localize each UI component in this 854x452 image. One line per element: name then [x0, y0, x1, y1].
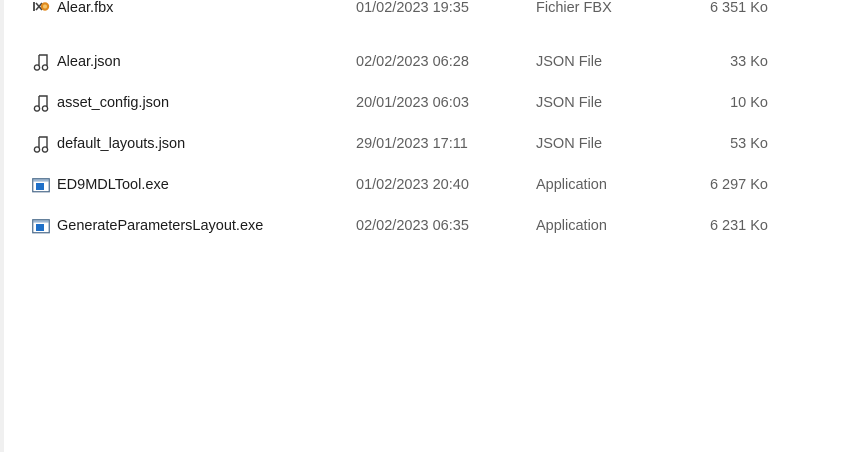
json-file-icon — [33, 136, 49, 153]
file-name: ED9MDLTool.exe — [57, 177, 169, 193]
file-size: 6 351 Ko — [709, 0, 768, 16]
file-type: JSON File — [536, 54, 603, 70]
file-size: 33 Ko — [730, 54, 768, 70]
file-type: Application — [536, 177, 607, 193]
file-type: Fichier FBX — [536, 0, 612, 16]
file-row[interactable]: Alear.fbx 01/02/2023 19:35 Fichier FBX 6… — [4, 0, 804, 41]
file-name: Alear.json — [57, 54, 121, 70]
file-row[interactable]: ED9MDLTool.exe 01/02/2023 20:40 Applicat… — [4, 164, 804, 205]
file-date-modified: 29/01/2023 17:11 — [356, 136, 468, 152]
application-icon — [32, 219, 50, 234]
file-size: 10 Ko — [730, 95, 768, 111]
file-type: JSON File — [536, 95, 603, 111]
file-name: Alear.fbx — [57, 0, 114, 16]
file-type: Application — [536, 218, 607, 234]
file-row[interactable]: GenerateParametersLayout.exe 02/02/2023 … — [4, 205, 804, 246]
file-size: 53 Ko — [730, 136, 768, 152]
application-icon — [32, 178, 50, 193]
file-row[interactable]: default_layouts.json 29/01/2023 17:11 JS… — [4, 123, 804, 164]
file-date-modified: 02/02/2023 06:35 — [356, 218, 469, 234]
file-size: 6 231 Ko — [709, 218, 768, 234]
json-file-icon — [33, 95, 49, 112]
file-row[interactable]: asset_config.json 20/01/2023 06:03 JSON … — [4, 82, 804, 123]
json-file-icon — [33, 54, 49, 71]
file-list: Alear.fbx 01/02/2023 19:35 Fichier FBX 6… — [4, 0, 854, 452]
file-type: JSON File — [536, 136, 603, 152]
fbx-file-icon — [33, 2, 50, 11]
file-name: GenerateParametersLayout.exe — [57, 218, 264, 234]
file-date-modified: 20/01/2023 06:03 — [356, 95, 469, 111]
file-row[interactable]: Alear.json 02/02/2023 06:28 JSON File 33… — [4, 41, 804, 82]
file-date-modified: 01/02/2023 19:35 — [356, 0, 469, 16]
file-date-modified: 02/02/2023 06:28 — [356, 54, 469, 70]
file-name: default_layouts.json — [57, 136, 186, 152]
file-size: 6 297 Ko — [709, 177, 768, 193]
file-date-modified: 01/02/2023 20:40 — [356, 177, 469, 193]
file-name: asset_config.json — [57, 95, 170, 111]
